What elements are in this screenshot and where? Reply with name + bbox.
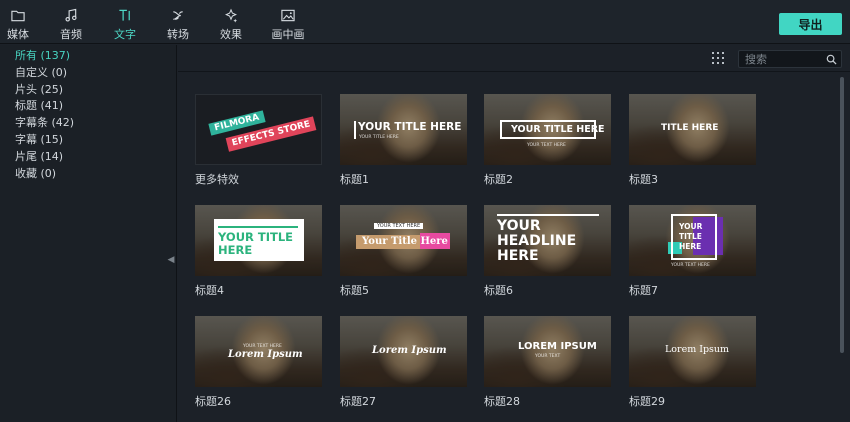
audio-tab[interactable]: 音频 — [56, 8, 86, 42]
thumbnail-more-effects[interactable]: FILMORA EFFECTS STORE 更多特效 — [195, 94, 322, 187]
search-box — [738, 50, 842, 68]
preview-title-text: YOUR TITLE HERE — [511, 124, 605, 135]
preview-title-text: Lorem Ipsum — [665, 344, 730, 355]
preview-title-text-2: HERE — [218, 243, 253, 257]
thumbnail-title-6[interactable]: YOUR HEADLINE HERE 标题6 — [484, 205, 611, 298]
thumbnail-caption: 标题28 — [484, 395, 520, 408]
title-preview: YOUR TITLE HERE YOUR TITLE HERE — [340, 94, 467, 165]
folder-icon — [11, 10, 25, 22]
thumbnail-title-27[interactable]: Lorem Ipsum 标题27 — [340, 316, 467, 409]
text-tab[interactable]: 文字 — [110, 8, 140, 42]
export-button[interactable]: 导出 — [779, 13, 842, 35]
pip-tab[interactable]: 画中画 — [270, 8, 306, 42]
thumbnail-title-3[interactable]: TITLE HERE 标题3 — [629, 94, 756, 187]
title-preview: YOUR TITLE HERE — [195, 205, 322, 276]
title-accent-bar — [354, 121, 356, 139]
category-item-subtitles[interactable]: 字幕 (15) — [15, 132, 176, 149]
search-icon[interactable] — [826, 54, 837, 65]
category-item-lower-thirds[interactable]: 字幕条 (42) — [15, 115, 176, 132]
media-tab[interactable]: 媒体 — [4, 8, 32, 42]
thumbnail-title-7[interactable]: YOUR TITLE HERE YOUR TEXT HERE 标题7 — [629, 205, 756, 298]
search-input[interactable] — [745, 52, 825, 66]
preview-subtitle-text: YOUR TITLE HERE — [359, 135, 399, 140]
preview-title-text: Lorem Ipsum — [372, 345, 447, 356]
preview-title-text: Your Title Here — [362, 236, 448, 247]
thumbnail-caption: 标题6 — [484, 284, 513, 297]
thumbnail-title-1[interactable]: YOUR TITLE HERE YOUR TITLE HERE 标题1 — [340, 94, 467, 187]
thumbnail-caption: 标题5 — [340, 284, 369, 297]
effects-store-preview: FILMORA EFFECTS STORE — [195, 94, 322, 165]
top-toolbar: 媒体 音频 文字 转场 效果 画中画 导出 — [0, 0, 850, 44]
title-preview: LOREM IPSUM YOUR TEXT — [484, 316, 611, 387]
library-scrollbar[interactable] — [840, 77, 844, 353]
picture-in-picture-icon — [281, 9, 295, 22]
preview-subtitle-text: YOUR TEXT HERE — [671, 263, 710, 268]
text-tab-label: 文字 — [114, 28, 136, 41]
title-preview: YOUR TEXT HERE Your Title Here — [340, 205, 467, 276]
category-list: 所有 (137) 自定义 (0) 片头 (25) 标题 (41) 字幕条 (42… — [0, 45, 176, 182]
thumbnail-title-5[interactable]: YOUR TEXT HERE Your Title Here 标题5 — [340, 205, 467, 298]
thumbnail-caption: 标题7 — [629, 284, 658, 297]
transition-tab-label: 转场 — [167, 28, 189, 41]
headline-rule — [497, 214, 599, 216]
text-icon — [119, 9, 130, 21]
effects-tab[interactable]: 效果 — [216, 8, 246, 42]
preview-title-text: Lorem Ipsum — [228, 349, 303, 360]
title-preview: YOUR TITLE HERE YOUR TEXT HERE — [629, 205, 756, 276]
thumbnail-title-29[interactable]: Lorem Ipsum 标题29 — [629, 316, 756, 409]
thumbnail-caption: 标题4 — [195, 284, 224, 297]
category-item-all[interactable]: 所有 (137) — [15, 48, 176, 65]
category-item-custom[interactable]: 自定义 (0) — [15, 65, 176, 82]
thumbnail-title-2[interactable]: YOUR TITLE HERE YOUR TEXT HERE 标题2 — [484, 94, 611, 187]
preview-title-line-3: HERE — [679, 242, 702, 251]
collapse-panel-arrow-icon[interactable]: ◀ — [166, 255, 176, 267]
title-preview: YOUR HEADLINE HERE — [484, 205, 611, 276]
preview-title-text: YOUR TITLE HERE — [358, 121, 462, 133]
thumbnail-title-28[interactable]: LOREM IPSUM YOUR TEXT 标题28 — [484, 316, 611, 409]
preview-headline-line-3: HERE — [497, 248, 539, 264]
pip-tab-label: 画中画 — [271, 28, 305, 41]
title-preview: YOUR TEXT HERE Lorem Ipsum — [195, 316, 322, 387]
title-preview: YOUR TITLE HERE YOUR TEXT HERE — [484, 94, 611, 165]
preview-title-line-1: YOUR — [679, 222, 703, 231]
preview-title-line-2: TITLE — [679, 232, 702, 241]
music-note-icon — [65, 8, 77, 22]
grid-view-icon[interactable] — [712, 52, 724, 64]
thumbnail-caption: 标题3 — [629, 173, 658, 186]
thumbnail-caption: 标题26 — [195, 395, 231, 408]
thumbnail-caption: 标题29 — [629, 395, 665, 408]
thumbnail-caption: 更多特效 — [195, 173, 239, 186]
thumbnail-caption: 标题2 — [484, 173, 513, 186]
title-preview: TITLE HERE — [629, 94, 756, 165]
preview-subtitle-text: YOUR TEXT HERE — [527, 143, 566, 148]
preview-title-text: TITLE HERE — [661, 123, 719, 133]
category-item-end-credits[interactable]: 片尾 (14) — [15, 149, 176, 166]
preview-subtitle-text: YOUR TEXT — [535, 354, 561, 359]
thumbnail-title-26[interactable]: YOUR TEXT HERE Lorem Ipsum 标题26 — [195, 316, 322, 409]
title-preview: Lorem Ipsum — [340, 316, 467, 387]
title-card-accent — [218, 226, 298, 228]
library-header-bar — [178, 45, 850, 72]
transition-tab[interactable]: 转场 — [163, 8, 193, 42]
preview-title-text: LOREM IPSUM — [518, 341, 597, 352]
thumbnail-title-4[interactable]: YOUR TITLE HERE 标题4 — [195, 205, 322, 298]
thumbnail-caption: 标题27 — [340, 395, 376, 408]
preview-title-text: YOUR TITLE — [218, 230, 294, 244]
sparkle-effects-icon — [225, 8, 238, 23]
audio-tab-label: 音频 — [60, 28, 82, 41]
thumbnail-caption: 标题1 — [340, 173, 369, 186]
category-item-favorites[interactable]: 收藏 (0) — [15, 166, 176, 183]
effects-tab-label: 效果 — [220, 28, 242, 41]
preview-headline-line-1: YOUR — [497, 218, 541, 234]
media-tab-label: 媒体 — [7, 28, 29, 41]
category-sidebar: 所有 (137) 自定义 (0) 片头 (25) 标题 (41) 字幕条 (42… — [0, 45, 177, 422]
category-item-titles[interactable]: 标题 (41) — [15, 98, 176, 115]
category-item-openers[interactable]: 片头 (25) — [15, 82, 176, 99]
preview-subtitle-text: YOUR TEXT HERE — [374, 223, 424, 229]
title-library-panel: FILMORA EFFECTS STORE 更多特效 YOUR TITLE HE… — [178, 45, 850, 422]
preview-headline-line-2: HEADLINE — [497, 233, 577, 249]
transition-icon — [173, 11, 183, 20]
title-preview: Lorem Ipsum — [629, 316, 756, 387]
